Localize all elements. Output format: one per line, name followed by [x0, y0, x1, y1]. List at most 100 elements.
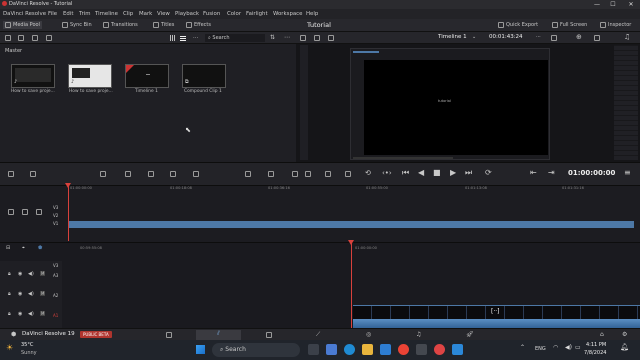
edit-tool-icon[interactable]: [148, 171, 154, 177]
viewer-layout-icon[interactable]: [551, 35, 557, 41]
menu-davinci[interactable]: DaVinci Resolve: [3, 11, 46, 17]
resolve-taskbar-icon[interactable]: [416, 344, 427, 355]
menu-icon[interactable]: ≡: [624, 168, 631, 177]
stop-icon[interactable]: ■: [433, 168, 441, 177]
edit-tool-icon[interactable]: [305, 171, 311, 177]
cut-page-icon[interactable]: ⫽: [196, 330, 241, 340]
menu-fairlight[interactable]: Fairlight: [246, 11, 268, 17]
edge-icon[interactable]: [344, 344, 355, 355]
edit-page-icon[interactable]: [266, 332, 272, 338]
loop-icon[interactable]: ⟲: [365, 169, 371, 177]
track-tool-icon[interactable]: [22, 209, 28, 215]
speaker-icon[interactable]: ◀): [28, 311, 34, 317]
taskbar-app-icon[interactable]: [452, 344, 463, 355]
menu-workspace[interactable]: Workspace: [273, 11, 302, 17]
sidebar-toggle-icon[interactable]: [5, 35, 11, 41]
edit-tool-icon[interactable]: [170, 171, 176, 177]
menu-file[interactable]: File: [48, 11, 57, 17]
speaker-icon[interactable]: ◀): [28, 291, 34, 297]
first-frame-icon[interactable]: ⏮: [402, 168, 409, 178]
playhead[interactable]: [351, 240, 352, 328]
battery-icon[interactable]: ▭: [575, 344, 581, 351]
notifications-icon[interactable]: 🔔︎: [620, 343, 629, 351]
timeline-clip[interactable]: [125, 64, 169, 88]
edit-tool-icon[interactable]: [245, 171, 251, 177]
taskbar-app-icon[interactable]: [434, 344, 445, 355]
close-button[interactable]: ✕: [624, 0, 638, 9]
compound-clip[interactable]: ⧉: [182, 64, 226, 88]
menu-fusion[interactable]: Fusion: [203, 11, 220, 17]
menu-playback[interactable]: Playback: [175, 11, 199, 17]
taskbar-app-icon[interactable]: [326, 344, 337, 355]
wifi-icon[interactable]: ◠: [553, 344, 558, 351]
playhead[interactable]: [68, 183, 69, 241]
target-icon[interactable]: ⊕: [576, 33, 582, 41]
loop-toggle-icon[interactable]: ⟳: [485, 168, 492, 177]
fusion-page-icon[interactable]: ⟋: [316, 331, 320, 339]
list-view-icon[interactable]: [170, 35, 176, 41]
lock-icon[interactable]: 🔒︎: [8, 271, 11, 277]
deliver-page-icon[interactable]: 🚀︎: [466, 331, 474, 338]
mute-button[interactable]: M: [40, 311, 46, 316]
viewer-menu-icon[interactable]: ⋯: [536, 34, 541, 40]
more-options-icon[interactable]: ⋯: [284, 34, 290, 41]
transitions-button[interactable]: Transitions: [103, 22, 138, 28]
search-field[interactable]: ⌕ Search: [205, 34, 265, 42]
task-view-icon[interactable]: [308, 344, 319, 355]
track-tool-icon[interactable]: [36, 209, 42, 215]
file-explorer-icon[interactable]: [362, 344, 373, 355]
menu-timeline[interactable]: Timeline: [95, 11, 118, 17]
edit-tool-icon[interactable]: [345, 171, 351, 177]
visibility-icon[interactable]: ◉: [18, 311, 22, 317]
sort-icon[interactable]: ⇅: [270, 34, 275, 41]
chrome-icon[interactable]: [398, 344, 409, 355]
timeline-selector[interactable]: Timeline 1: [438, 34, 467, 40]
sync-icon[interactable]: [46, 35, 52, 41]
lock-icon[interactable]: 🔒︎: [8, 291, 11, 297]
import-icon[interactable]: [32, 35, 38, 41]
last-frame-icon[interactable]: ⏭: [465, 168, 472, 178]
tool-icon[interactable]: [30, 171, 36, 177]
color-page-icon[interactable]: ◎: [366, 331, 371, 338]
edit-tool-icon[interactable]: [292, 171, 298, 177]
visibility-icon[interactable]: ◉: [18, 291, 22, 297]
media-page-icon[interactable]: [166, 332, 172, 338]
mail-icon[interactable]: [380, 344, 391, 355]
viewer-scrubber[interactable]: [353, 157, 453, 159]
menu-view[interactable]: View: [157, 11, 170, 17]
edit-tool-icon[interactable]: [125, 171, 131, 177]
tool-icon[interactable]: ⌖: [22, 245, 25, 251]
grid-view-icon[interactable]: [180, 35, 186, 41]
view-options-icon[interactable]: ⋯: [193, 35, 199, 41]
chevron-down-icon[interactable]: ⌄: [472, 34, 476, 40]
volume-icon[interactable]: ◀): [565, 344, 572, 351]
maximize-button[interactable]: ☐: [606, 0, 620, 9]
clock-time[interactable]: 4:11 PM: [586, 342, 606, 348]
home-icon[interactable]: ⌂: [600, 331, 604, 338]
full-screen-button[interactable]: Full Screen: [552, 22, 587, 28]
tray-chevron-icon[interactable]: ⌃: [520, 344, 525, 351]
visibility-icon[interactable]: ◉: [18, 271, 22, 277]
playhead-handle-icon[interactable]: [65, 183, 71, 188]
menu-edit[interactable]: Edit: [63, 11, 73, 17]
edit-tool-icon[interactable]: [325, 171, 331, 177]
reverse-play-icon[interactable]: ◀: [418, 168, 424, 177]
inspector-button[interactable]: Inspector: [600, 22, 631, 28]
jog-icon[interactable]: ‹•›: [382, 169, 392, 177]
menu-help[interactable]: Help: [306, 11, 318, 17]
speaker-icon[interactable]: ◀): [28, 271, 34, 277]
viewer-mode-icon[interactable]: [300, 35, 306, 41]
layout-icon[interactable]: [328, 35, 334, 41]
bypass-icon[interactable]: [594, 35, 600, 41]
lock-icon[interactable]: 🔒︎: [8, 311, 11, 317]
tool-icon[interactable]: ⊟: [6, 245, 10, 251]
track-tool-icon[interactable]: [8, 209, 14, 215]
media-pool-button[interactable]: Media Pool: [3, 21, 42, 29]
playhead-handle-icon[interactable]: [348, 240, 354, 245]
fairlight-page-icon[interactable]: ♫: [416, 331, 421, 338]
edit-tool-icon[interactable]: [100, 171, 106, 177]
edit-tool-icon[interactable]: [268, 171, 274, 177]
play-icon[interactable]: ▶: [450, 168, 456, 177]
media-clip[interactable]: ♪: [68, 64, 112, 88]
edit-tool-icon[interactable]: [193, 171, 199, 177]
